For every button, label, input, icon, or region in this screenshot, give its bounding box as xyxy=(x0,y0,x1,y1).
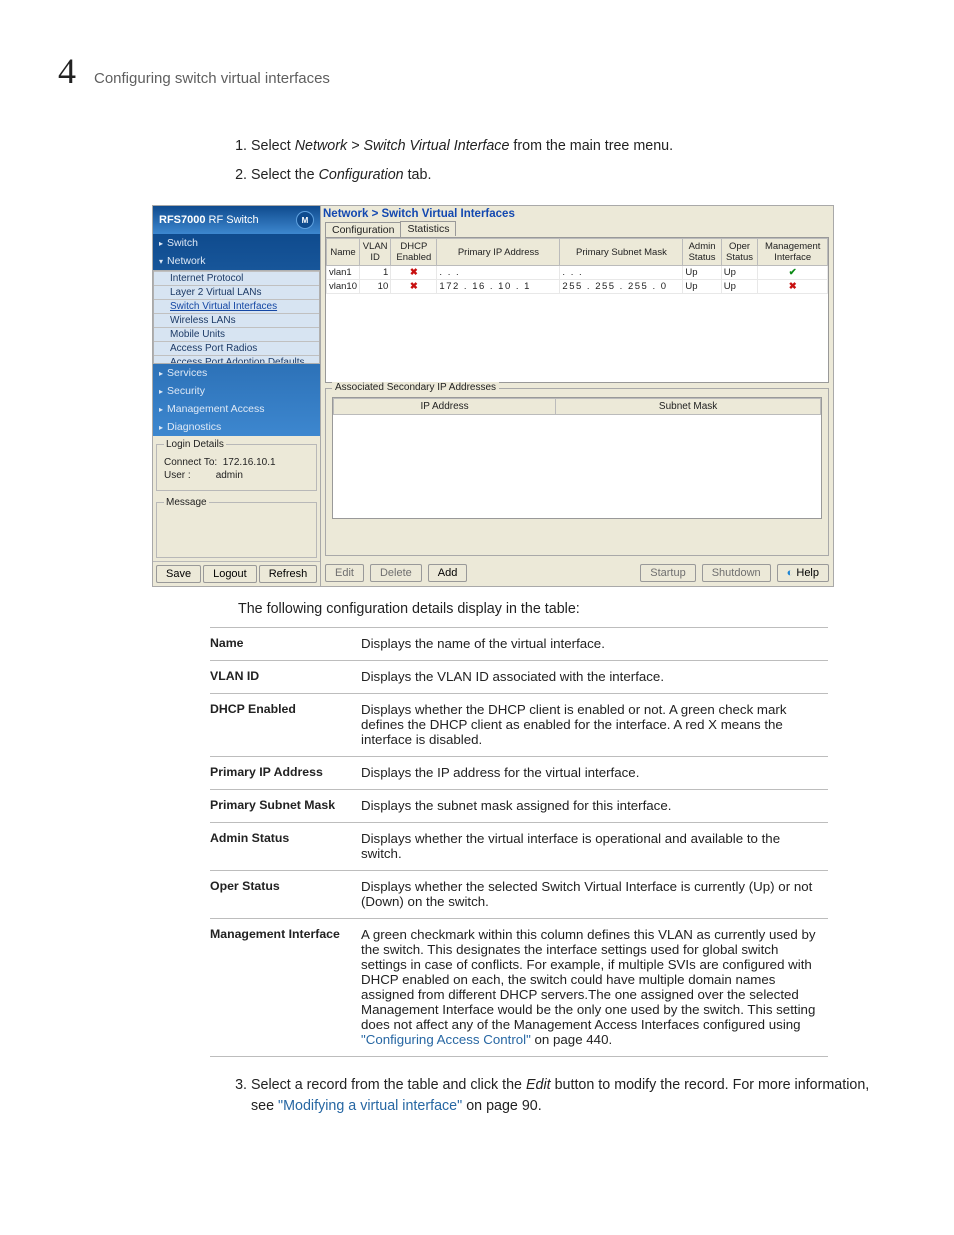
refresh-button[interactable]: Refresh xyxy=(259,565,318,583)
x-icon: ✖ xyxy=(789,281,797,292)
tree-sub-ap-radios[interactable]: Access Port Radios xyxy=(154,341,319,355)
content-area: Network > Switch Virtual Interfaces Conf… xyxy=(321,206,833,586)
assoc-ip-group: Associated Secondary IP Addresses IP Add… xyxy=(325,388,829,556)
link-configuring-access-control[interactable]: "Configuring Access Control" xyxy=(361,1032,531,1047)
field-label: Primary Subnet Mask xyxy=(210,790,361,823)
field-label: VLAN ID xyxy=(210,661,361,694)
delete-button[interactable]: Delete xyxy=(370,564,422,582)
step-1: Select Network > Switch Virtual Interfac… xyxy=(251,136,896,157)
col-sec-ip[interactable]: IP Address xyxy=(334,399,556,415)
col-name[interactable]: Name xyxy=(327,239,360,266)
field-label: Primary IP Address xyxy=(210,757,361,790)
tab-statistics[interactable]: Statistics xyxy=(400,221,456,236)
edit-button[interactable]: Edit xyxy=(325,564,364,582)
col-oper-status[interactable]: Oper Status xyxy=(721,239,758,266)
field-label: Oper Status xyxy=(210,871,361,919)
add-button[interactable]: Add xyxy=(428,564,468,582)
field-label: Admin Status xyxy=(210,823,361,871)
table-row[interactable]: vlan1 1 ✖ . . . . . . Up Up ✔ xyxy=(327,266,828,280)
field-label: DHCP Enabled xyxy=(210,694,361,757)
message-box: Message xyxy=(156,497,317,558)
brand-logo-icon: M xyxy=(296,211,314,229)
tree-item-diagnostics[interactable]: Diagnostics xyxy=(153,418,320,436)
col-mgmt-iface[interactable]: Management Interface xyxy=(758,239,828,266)
field-table: NameDisplays the name of the virtual int… xyxy=(210,627,828,1057)
shutdown-button[interactable]: Shutdown xyxy=(702,564,771,582)
field-desc: Displays the name of the virtual interfa… xyxy=(361,628,828,661)
field-label: Name xyxy=(210,628,361,661)
step-2: Select the Configuration tab. xyxy=(251,165,896,186)
tree-sub-svi[interactable]: Switch Virtual Interfaces xyxy=(154,299,319,313)
login-details-box: Login Details Connect To: 172.16.10.1 Us… xyxy=(156,439,317,491)
svi-grid[interactable]: Name VLAN ID DHCP Enabled Primary IP Add… xyxy=(325,237,829,383)
field-desc: Displays whether the virtual interface i… xyxy=(361,823,828,871)
intro-line: The following configuration details disp… xyxy=(238,601,896,617)
field-label: Management Interface xyxy=(210,919,361,1057)
brand-bar: RFS7000 RF Switch M xyxy=(153,206,320,234)
page-header: 4 Configuring switch virtual interfaces xyxy=(58,50,896,92)
help-button[interactable]: ◐ Help xyxy=(777,564,829,582)
col-primary-mask[interactable]: Primary Subnet Mask xyxy=(560,239,683,266)
secondary-ip-grid[interactable]: IP Address Subnet Mask xyxy=(332,397,822,519)
field-desc: Displays the subnet mask assigned for th… xyxy=(361,790,828,823)
col-dhcp[interactable]: DHCP Enabled xyxy=(391,239,437,266)
x-icon: ✖ xyxy=(410,281,418,292)
tab-configuration[interactable]: Configuration xyxy=(325,222,401,237)
tree-sub-ap-adoption[interactable]: Access Port Adoption Defaults xyxy=(154,355,319,364)
tree-item-mgmt-access[interactable]: Management Access xyxy=(153,400,320,418)
tree-item-network[interactable]: Network xyxy=(153,252,320,270)
tabs-row: Configuration Statistics xyxy=(321,221,833,236)
field-desc: A green checkmark within this column def… xyxy=(361,919,828,1057)
brand-name: RFS7000 xyxy=(159,214,205,226)
steps-list: Select Network > Switch Virtual Interfac… xyxy=(218,136,896,185)
nav-tree: Switch Network Internet Protocol Layer 2… xyxy=(153,234,320,436)
message-legend: Message xyxy=(164,497,209,508)
steps-list-2: Select a record from the table and click… xyxy=(218,1075,896,1116)
chapter-number: 4 xyxy=(58,50,76,92)
x-icon: ✖ xyxy=(410,267,418,278)
tree-item-services[interactable]: Services xyxy=(153,364,320,382)
tree-sub-internet-protocol[interactable]: Internet Protocol xyxy=(154,271,319,285)
check-icon: ✔ xyxy=(789,267,797,278)
table-row[interactable]: vlan10 10 ✖ 172 . 16 . 10 . 1 255 . 255 … xyxy=(327,280,828,294)
field-desc: Displays the VLAN ID associated with the… xyxy=(361,661,828,694)
logout-button[interactable]: Logout xyxy=(203,565,257,583)
tree-sub-wlans[interactable]: Wireless LANs xyxy=(154,313,319,327)
tree-item-security[interactable]: Security xyxy=(153,382,320,400)
assoc-ip-legend: Associated Secondary IP Addresses xyxy=(332,382,499,393)
col-primary-ip[interactable]: Primary IP Address xyxy=(437,239,560,266)
screenshot-panel: RFS7000 RF Switch M Switch Network Inter… xyxy=(152,205,834,587)
chapter-title: Configuring switch virtual interfaces xyxy=(94,70,330,87)
col-vlanid[interactable]: VLAN ID xyxy=(360,239,391,266)
tree-sub-l2-vlans[interactable]: Layer 2 Virtual LANs xyxy=(154,285,319,299)
tree-item-switch[interactable]: Switch xyxy=(153,234,320,252)
breadcrumb: Network > Switch Virtual Interfaces xyxy=(321,206,833,221)
col-sec-mask[interactable]: Subnet Mask xyxy=(556,399,821,415)
link-modifying-vi[interactable]: "Modifying a virtual interface" xyxy=(278,1098,462,1114)
step-3: Select a record from the table and click… xyxy=(251,1075,896,1116)
field-desc: Displays whether the DHCP client is enab… xyxy=(361,694,828,757)
col-admin-status[interactable]: Admin Status xyxy=(683,239,721,266)
tree-sub-mobile-units[interactable]: Mobile Units xyxy=(154,327,319,341)
save-button[interactable]: Save xyxy=(156,565,201,583)
login-details-legend: Login Details xyxy=(164,439,226,450)
startup-button[interactable]: Startup xyxy=(640,564,695,582)
sidebar-button-row: Save Logout Refresh xyxy=(153,561,320,586)
sidebar: RFS7000 RF Switch M Switch Network Inter… xyxy=(153,206,321,586)
action-button-row: Edit Delete Add Startup Shutdown ◐ Help xyxy=(321,560,833,586)
field-desc: Displays the IP address for the virtual … xyxy=(361,757,828,790)
field-desc: Displays whether the selected Switch Vir… xyxy=(361,871,828,919)
